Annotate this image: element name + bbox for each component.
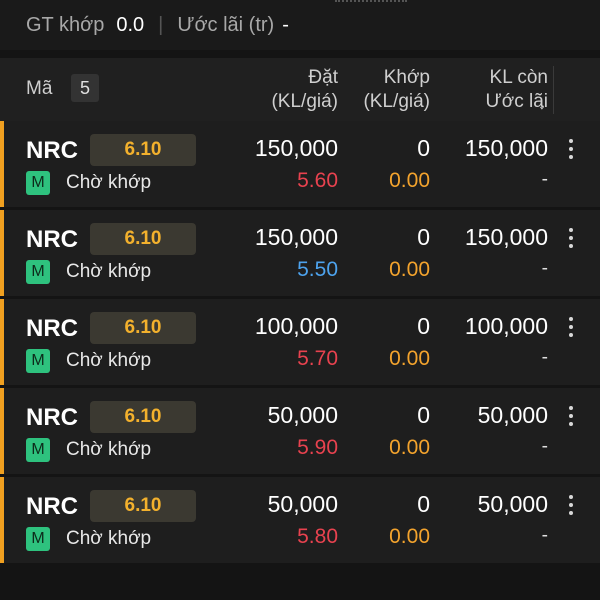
order-row[interactable]: NRC 6.10 M Chờ khớp 150,000 5.60 0 0.00 150,000 -	[0, 121, 600, 207]
reference-price-badge: 6.10	[90, 312, 196, 344]
matched-price: 0.00	[389, 525, 430, 548]
order-count-badge: 5	[71, 74, 99, 102]
remaining-volume: 50,000	[477, 402, 548, 428]
order-symbol: NRC	[26, 226, 78, 253]
order-column-subtitle: (KL/giá)	[271, 91, 338, 112]
order-volume: 100,000	[254, 313, 338, 339]
estimated-profit: -	[541, 347, 548, 368]
order-column-header[interactable]: Đặt (KL/giá)	[271, 66, 338, 114]
order-row[interactable]: NRC 6.10 M Chờ khớp 50,000 5.90 0 0.00 50,000 -	[0, 388, 600, 474]
matched-volume: 0	[417, 135, 430, 161]
order-row[interactable]: NRC 6.10 M Chờ khớp 50,000 5.80 0 0.00 50,000 -	[0, 477, 600, 563]
matched-value: 0.0	[116, 13, 145, 36]
more-options-icon[interactable]	[566, 139, 576, 163]
estimated-profit: -	[541, 436, 548, 457]
reference-price-badge: 6.10	[90, 490, 196, 522]
order-status: Chờ khớp	[66, 528, 152, 549]
matched-volume: 0	[417, 491, 430, 517]
matched-price: 0.00	[389, 436, 430, 459]
scroll-indicator	[335, 0, 407, 5]
order-volume: 50,000	[267, 491, 338, 517]
order-table-header: Mã 5 Đặt (KL/giá) Khớp (KL/giá) KL còn Ư…	[0, 58, 600, 122]
remaining-volume: 100,000	[464, 313, 548, 339]
order-column-title: Đặt	[308, 67, 338, 88]
order-symbol: NRC	[26, 493, 78, 520]
market-badge: M	[26, 171, 50, 195]
order-status: Chờ khớp	[66, 439, 152, 460]
match-column-subtitle: (KL/giá)	[363, 91, 430, 112]
matched-value-label: GT khớp	[26, 13, 105, 36]
estimated-profit: -	[541, 169, 548, 190]
order-status: Chờ khớp	[66, 350, 152, 371]
order-status: Chờ khớp	[66, 261, 152, 282]
market-badge: M	[26, 527, 50, 551]
est-profit-value: -	[282, 13, 289, 36]
arrow-down-icon[interactable]: ↓	[538, 96, 546, 114]
header-divider	[553, 66, 554, 114]
order-price: 5.60	[297, 169, 338, 192]
reference-price-badge: 6.10	[90, 401, 196, 433]
remaining-volume: 50,000	[477, 491, 548, 517]
est-profit-label: Ước lãi (tr)	[177, 13, 275, 36]
remaining-volume: 150,000	[464, 224, 548, 250]
summary-divider: |	[158, 13, 164, 36]
order-symbol: NRC	[26, 137, 78, 164]
order-volume: 150,000	[254, 224, 338, 250]
more-options-icon[interactable]	[566, 228, 576, 252]
order-symbol: NRC	[26, 315, 78, 342]
more-options-icon[interactable]	[566, 317, 576, 341]
matched-volume: 0	[417, 402, 430, 428]
matched-price: 0.00	[389, 258, 430, 281]
matched-volume: 0	[417, 313, 430, 339]
matched-price: 0.00	[389, 347, 430, 370]
market-badge: M	[26, 438, 50, 462]
remaining-column-title: KL còn	[489, 67, 548, 88]
match-column-header[interactable]: Khớp (KL/giá)	[363, 66, 430, 114]
more-options-icon[interactable]	[566, 495, 576, 519]
estimated-profit: -	[541, 258, 548, 279]
summary-bar: GT khớp 0.0 | Ước lãi (tr) -	[0, 0, 600, 50]
reference-price-badge: 6.10	[90, 134, 196, 166]
symbol-column-header[interactable]: Mã	[26, 78, 52, 100]
order-symbol: NRC	[26, 404, 78, 431]
order-price: 5.50	[297, 258, 338, 281]
order-row[interactable]: NRC 6.10 M Chờ khớp 100,000 5.70 0 0.00 100,000 -	[0, 299, 600, 385]
match-column-title: Khớp	[383, 67, 430, 88]
order-price: 5.90	[297, 436, 338, 459]
matched-volume: 0	[417, 224, 430, 250]
order-price: 5.70	[297, 347, 338, 370]
more-options-icon[interactable]	[566, 406, 576, 430]
estimated-profit: -	[541, 525, 548, 546]
order-row[interactable]: NRC 6.10 M Chờ khớp 150,000 5.50 0 0.00 150,000 -	[0, 210, 600, 296]
market-badge: M	[26, 349, 50, 373]
order-volume: 150,000	[254, 135, 338, 161]
order-price: 5.80	[297, 525, 338, 548]
order-volume: 50,000	[267, 402, 338, 428]
matched-price: 0.00	[389, 169, 430, 192]
order-status: Chờ khớp	[66, 172, 152, 193]
reference-price-badge: 6.10	[90, 223, 196, 255]
market-badge: M	[26, 260, 50, 284]
remaining-volume: 150,000	[464, 135, 548, 161]
